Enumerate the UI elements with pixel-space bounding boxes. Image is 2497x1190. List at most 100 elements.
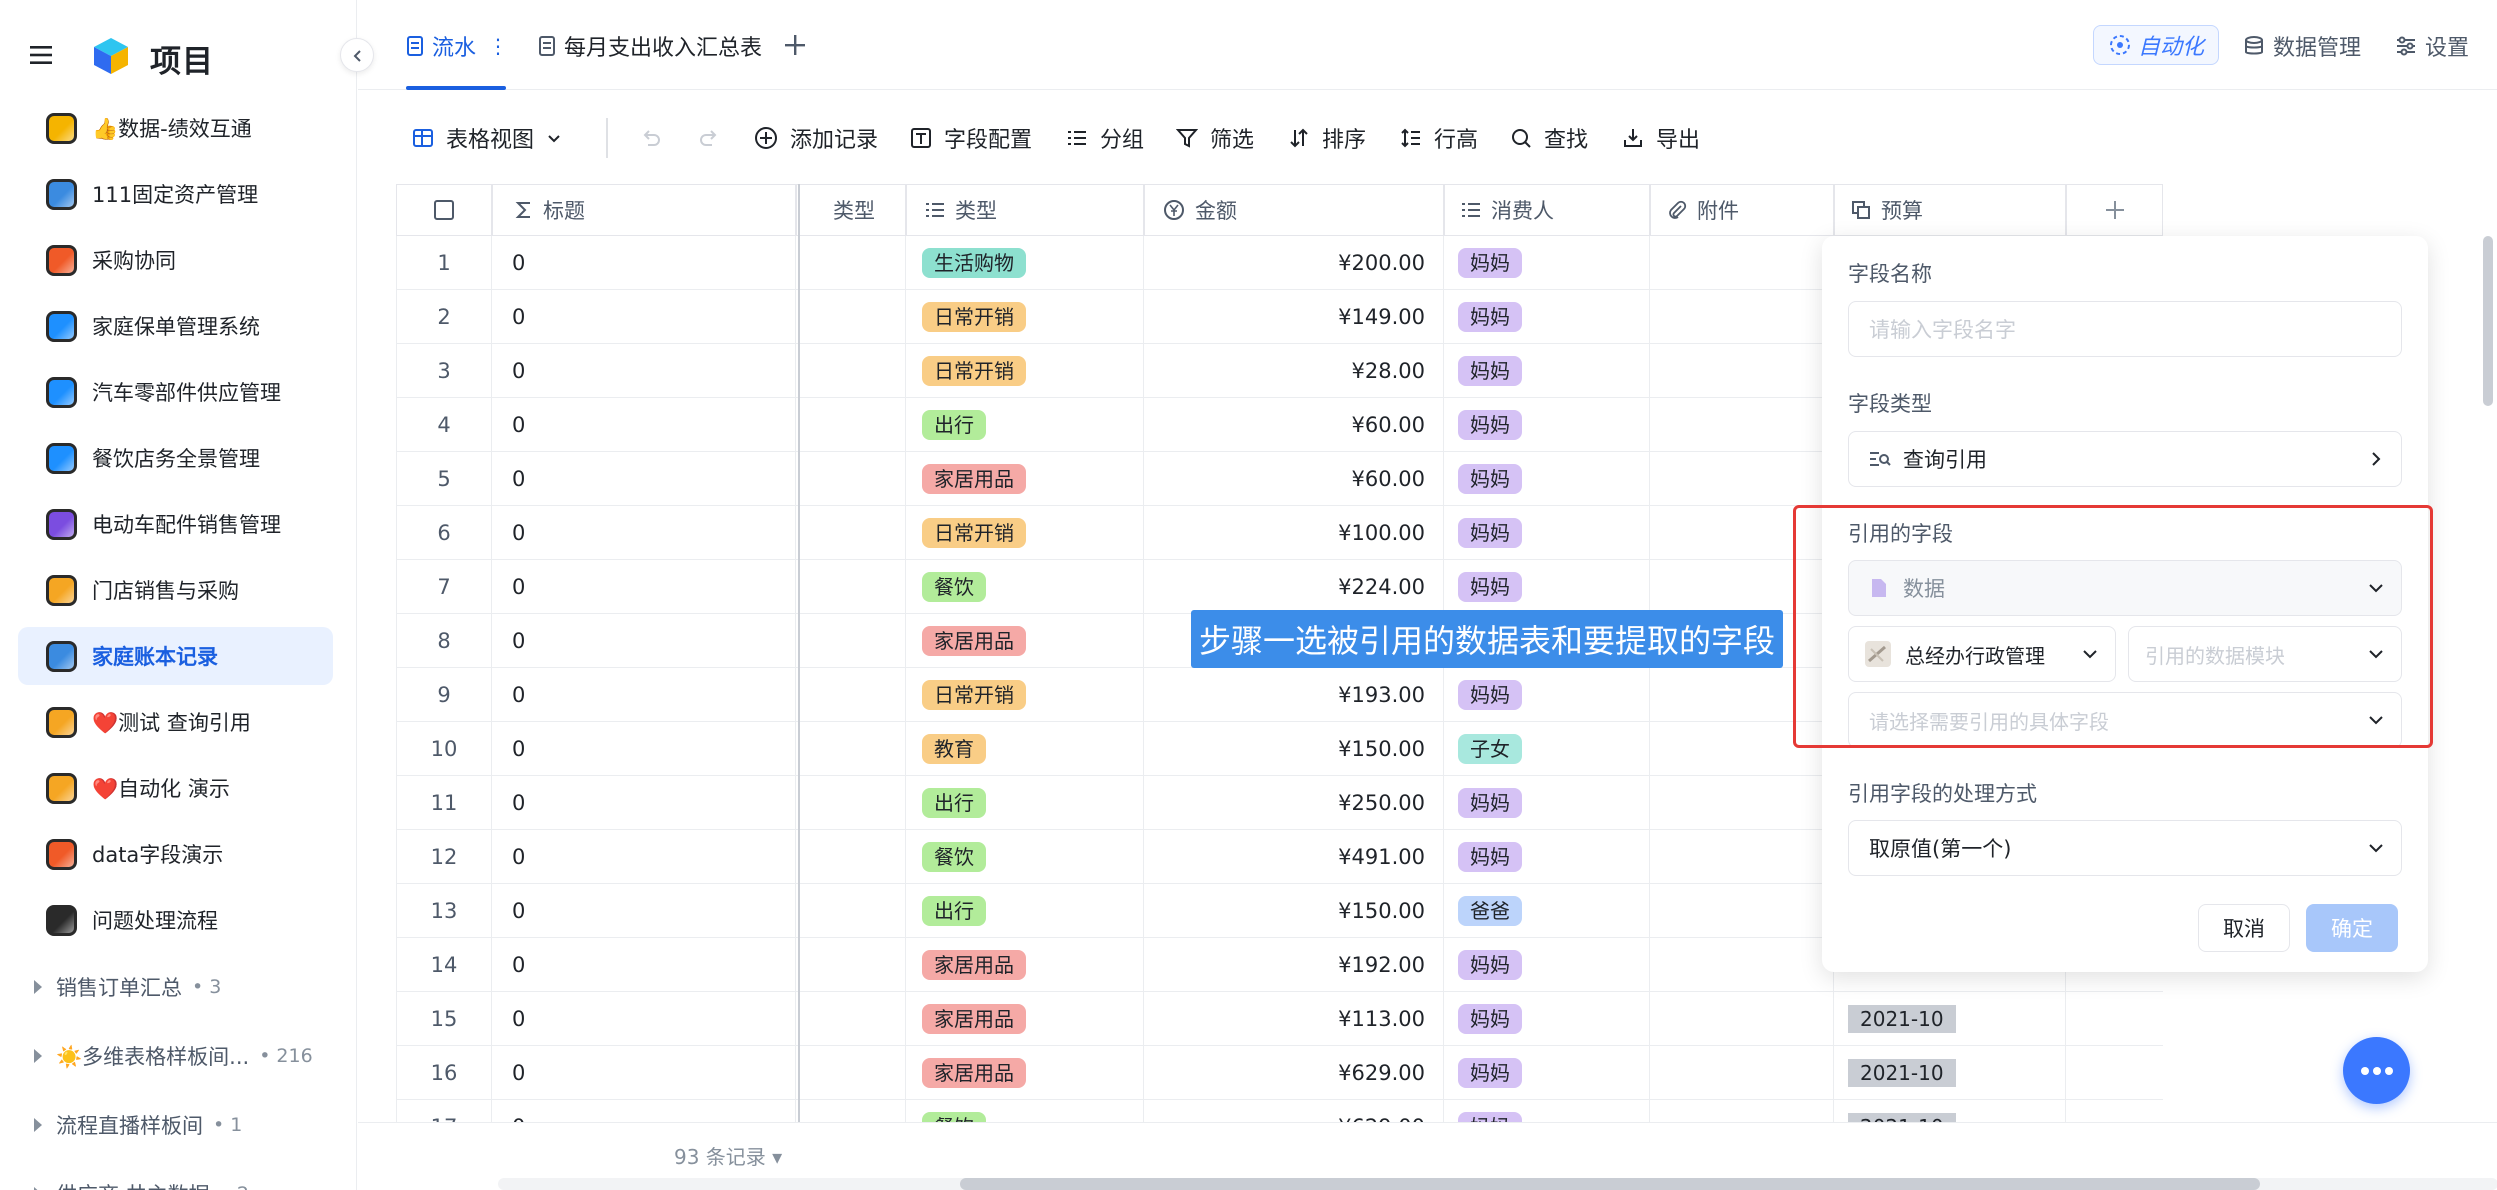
amount-cell[interactable]: ¥60.00 (1144, 398, 1444, 452)
consumer-cell[interactable]: 子女 (1444, 722, 1650, 776)
consumer-cell[interactable]: 妈妈 (1444, 830, 1650, 884)
sidebar-item[interactable]: 门店销售与采购 (18, 561, 333, 619)
consumer-cell[interactable]: 妈妈 (1444, 344, 1650, 398)
filter-button[interactable]: 筛选 (1176, 122, 1254, 154)
type-cell[interactable]: 餐饮 (906, 830, 1144, 884)
hidden-cell[interactable] (796, 560, 906, 614)
consumer-cell[interactable]: 妈妈 (1444, 992, 1650, 1046)
field-name-input[interactable]: 请输入字段名字 (1848, 301, 2402, 357)
find-button[interactable]: 查找 (1510, 122, 1588, 154)
budget-cell[interactable]: 2021-10 (1834, 1100, 2066, 1122)
amount-cell[interactable]: ¥150.00 (1144, 722, 1444, 776)
title-cell[interactable]: 0 (492, 776, 796, 830)
amount-cell[interactable]: ¥149.00 (1144, 290, 1444, 344)
hidden-cell[interactable] (796, 1046, 906, 1100)
amount-cell[interactable]: ¥629.00 (1144, 1046, 1444, 1100)
hidden-cell[interactable] (796, 236, 906, 290)
consumer-cell[interactable]: 妈妈 (1444, 1100, 1650, 1122)
attachment-cell[interactable] (1650, 938, 1834, 992)
attachment-cell[interactable] (1650, 830, 1834, 884)
type-cell[interactable]: 家居用品 (906, 614, 1144, 668)
amount-cell[interactable]: ¥113.00 (1144, 992, 1444, 1046)
title-cell[interactable]: 0 (492, 452, 796, 506)
title-cell[interactable]: 0 (492, 290, 796, 344)
attachment-cell[interactable] (1650, 236, 1834, 290)
consumer-cell[interactable]: 妈妈 (1444, 398, 1650, 452)
table-row[interactable]: 16 0 家居用品 ¥629.00 妈妈 2021-10 (396, 1046, 2163, 1100)
title-cell[interactable]: 0 (492, 614, 796, 668)
row-height-button[interactable]: 行高 (1400, 122, 1478, 154)
table-row[interactable]: 15 0 家居用品 ¥113.00 妈妈 2021-10 (396, 992, 2163, 1046)
consumer-cell[interactable]: 妈妈 (1444, 668, 1650, 722)
row-index-cell[interactable]: 12 (396, 830, 492, 884)
process-mode-select[interactable]: 取原值(第一个) (1848, 820, 2402, 876)
sidebar-group[interactable]: 供应商 井主数据 • 2 (34, 1179, 249, 1190)
budget-cell[interactable]: 2021-10 (1834, 992, 2066, 1046)
consumer-cell[interactable]: 妈妈 (1444, 1046, 1650, 1100)
type-cell[interactable]: 出行 (906, 884, 1144, 938)
type-cell[interactable]: 日常开销 (906, 290, 1144, 344)
hidden-cell[interactable] (796, 398, 906, 452)
amount-cell[interactable]: ¥224.00 (1144, 560, 1444, 614)
hidden-cell[interactable] (796, 776, 906, 830)
budget-cell[interactable]: 2021-10 (1834, 1046, 2066, 1100)
confirm-button[interactable]: 确定 (2306, 904, 2398, 952)
row-index-cell[interactable]: 6 (396, 506, 492, 560)
add-record-button[interactable]: 添加记录 (754, 122, 878, 154)
row-index-cell[interactable]: 15 (396, 992, 492, 1046)
type-cell[interactable]: 家居用品 (906, 992, 1144, 1046)
title-cell[interactable]: 0 (492, 938, 796, 992)
hidden-cell[interactable] (796, 992, 906, 1046)
type-cell[interactable]: 日常开销 (906, 668, 1144, 722)
sidebar-item[interactable]: ❤️自动化 演示 (18, 759, 333, 817)
consumer-cell[interactable]: 爸爸 (1444, 884, 1650, 938)
column-header-hidden-type[interactable]: 类型 (796, 184, 906, 236)
collapse-sidebar-button[interactable] (340, 38, 374, 72)
column-header-attachment[interactable]: 附件 (1650, 184, 1834, 236)
type-cell[interactable]: 日常开销 (906, 506, 1144, 560)
table-row[interactable]: 17 0 餐饮 ¥629.00 妈妈 2021-10 (396, 1100, 2163, 1122)
data-manage-button[interactable]: 数据管理 (2243, 30, 2361, 62)
title-cell[interactable]: 0 (492, 830, 796, 884)
row-index-cell[interactable]: 13 (396, 884, 492, 938)
empty-cell[interactable] (2066, 992, 2163, 1046)
sidebar-item[interactable]: 家庭保单管理系统 (18, 297, 333, 355)
row-index-cell[interactable]: 11 (396, 776, 492, 830)
amount-cell[interactable]: ¥491.00 (1144, 830, 1444, 884)
title-cell[interactable]: 0 (492, 722, 796, 776)
group-button[interactable]: 分组 (1066, 122, 1144, 154)
menu-icon[interactable] (28, 42, 54, 68)
sidebar-group[interactable]: ☀️多维表格样板间... • 216 (34, 1041, 313, 1071)
row-index-cell[interactable]: 1 (396, 236, 492, 290)
settings-button[interactable]: 设置 (2395, 30, 2469, 62)
title-cell[interactable]: 0 (492, 668, 796, 722)
type-cell[interactable]: 餐饮 (906, 1100, 1144, 1122)
sidebar-item[interactable]: data字段演示 (18, 825, 333, 883)
amount-cell[interactable]: ¥150.00 (1144, 884, 1444, 938)
automation-button[interactable]: 自动化 (2093, 25, 2220, 65)
export-button[interactable]: 导出 (1622, 122, 1700, 154)
attachment-cell[interactable] (1650, 290, 1834, 344)
amount-cell[interactable]: ¥193.00 (1144, 668, 1444, 722)
undo-button[interactable] (640, 122, 674, 154)
consumer-cell[interactable]: 妈妈 (1444, 506, 1650, 560)
add-tab-button[interactable] (778, 28, 812, 62)
record-count[interactable]: 93 条记录 ▾ (674, 1141, 782, 1170)
title-cell[interactable]: 0 (492, 344, 796, 398)
title-cell[interactable]: 0 (492, 506, 796, 560)
amount-cell[interactable]: ¥60.00 (1144, 452, 1444, 506)
attachment-cell[interactable] (1650, 1100, 1834, 1122)
column-header-consumer[interactable]: 消费人 (1444, 184, 1650, 236)
row-index-cell[interactable]: 9 (396, 668, 492, 722)
hidden-cell[interactable] (796, 668, 906, 722)
type-cell[interactable]: 家居用品 (906, 452, 1144, 506)
amount-cell[interactable]: ¥192.00 (1144, 938, 1444, 992)
sort-button[interactable]: 排序 (1288, 122, 1366, 154)
row-index-cell[interactable]: 2 (396, 290, 492, 344)
row-index-cell[interactable]: 17 (396, 1100, 492, 1122)
title-cell[interactable]: 0 (492, 1046, 796, 1100)
attachment-cell[interactable] (1650, 1046, 1834, 1100)
sidebar-group[interactable]: 销售订单汇总 • 3 (34, 972, 221, 1002)
amount-cell[interactable]: ¥200.00 (1144, 236, 1444, 290)
consumer-cell[interactable]: 妈妈 (1444, 452, 1650, 506)
